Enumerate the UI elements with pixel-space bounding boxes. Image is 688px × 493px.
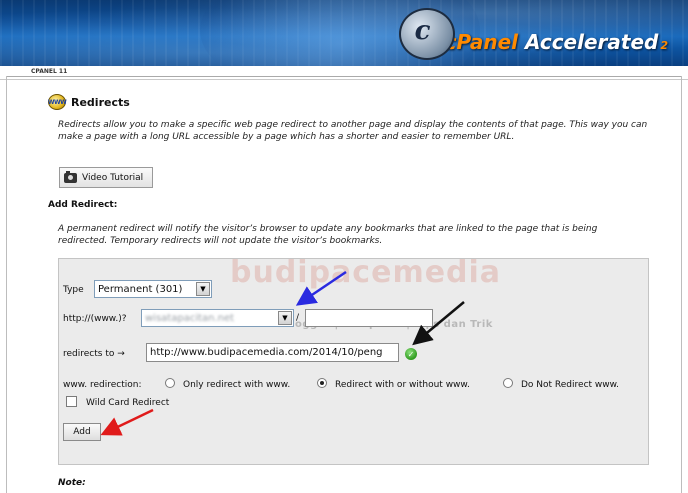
domain-select[interactable]: wisatapacitan.net ▼ bbox=[141, 309, 294, 327]
add-button[interactable]: Add bbox=[63, 423, 101, 441]
note-label: Note: bbox=[58, 478, 86, 488]
video-tutorial-label: Video Tutorial bbox=[82, 172, 144, 183]
camera-icon bbox=[64, 170, 77, 183]
radio-only-www[interactable] bbox=[165, 378, 175, 388]
logo-brand-main: cPanel bbox=[444, 30, 519, 54]
radio-only-www-label: Only redirect with www. bbox=[183, 380, 291, 390]
chevron-down-icon: ▼ bbox=[278, 311, 292, 325]
radio-with-without-www[interactable] bbox=[317, 378, 327, 388]
radio-no-www[interactable] bbox=[503, 378, 513, 388]
breadcrumb-bar: CPANEL 11 bbox=[0, 66, 688, 80]
redirect-url-input[interactable]: http://www.budipacemedia.com/2014/10/pen… bbox=[146, 343, 399, 362]
video-tutorial-button[interactable]: Video Tutorial bbox=[59, 167, 153, 188]
divider bbox=[6, 76, 682, 77]
checkmark-icon: ✓ bbox=[405, 348, 417, 360]
page-title-row: WWW Redirects bbox=[48, 94, 130, 110]
add-redirect-heading: Add Redirect: bbox=[48, 200, 118, 210]
logo-brand-accent: Accelerated bbox=[524, 30, 659, 54]
path-separator: / bbox=[296, 313, 300, 323]
radio-with-without-www-label: Redirect with or without www. bbox=[335, 380, 470, 390]
wildcard-label: Wild Card Redirect bbox=[86, 398, 170, 408]
domain-select-value: wisatapacitan.net bbox=[145, 312, 235, 324]
path-input[interactable] bbox=[305, 309, 433, 327]
header-banner: c cPanel Accelerated 2 bbox=[0, 0, 688, 66]
logo-brand-sub: 2 bbox=[660, 39, 668, 52]
type-select[interactable]: Permanent (301) ▼ bbox=[94, 280, 212, 298]
cpanel-logo-icon: c bbox=[398, 8, 455, 60]
page-description: Redirects allow you to make a specific w… bbox=[58, 120, 648, 142]
breadcrumb[interactable]: CPANEL 11 bbox=[31, 68, 67, 75]
www-redirection-label: www. redirection: bbox=[63, 380, 142, 390]
www-globe-icon: WWW bbox=[48, 94, 67, 110]
radio-no-www-label: Do Not Redirect www. bbox=[521, 380, 620, 390]
cpanel-logo: c cPanel Accelerated 2 bbox=[398, 8, 668, 60]
page-title: Redirects bbox=[71, 95, 130, 109]
type-select-value: Permanent (301) bbox=[98, 283, 183, 295]
redirects-to-label: redirects to → bbox=[63, 349, 125, 359]
frame-border-right bbox=[681, 76, 682, 493]
wildcard-checkbox[interactable] bbox=[66, 396, 77, 407]
add-redirect-description: A permanent redirect will notify the vis… bbox=[58, 224, 598, 246]
http-prefix-label: http://(www.)? bbox=[63, 314, 127, 324]
frame-border-left bbox=[6, 76, 7, 493]
type-label: Type bbox=[63, 285, 84, 295]
chevron-down-icon: ▼ bbox=[196, 282, 210, 296]
